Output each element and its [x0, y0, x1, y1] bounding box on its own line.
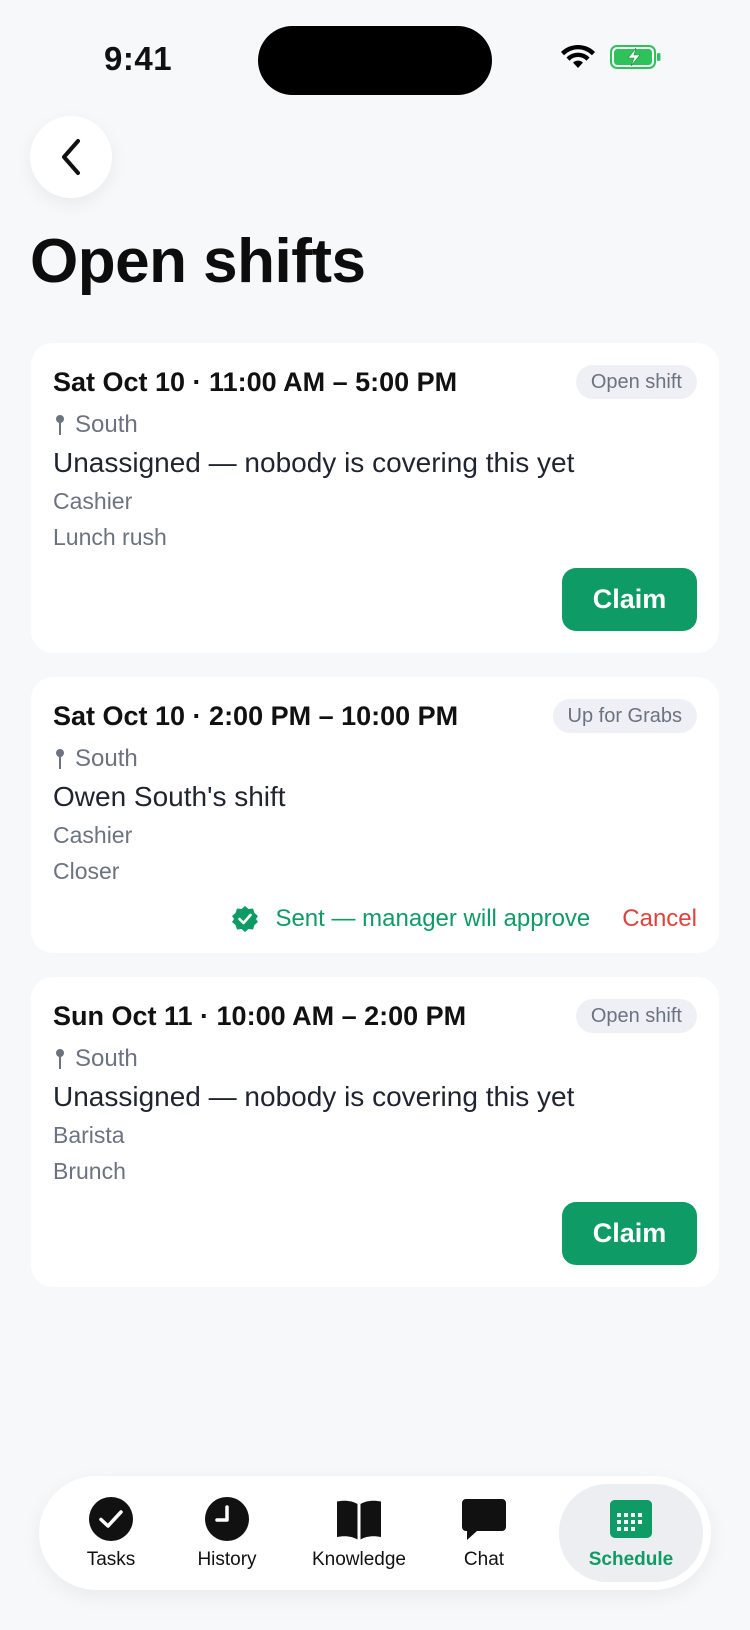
shift-note: Brunch — [53, 1158, 126, 1184]
tab-tasks-label: Tasks — [86, 1549, 136, 1570]
location-label: South — [75, 411, 138, 438]
shift-note: Closer — [53, 858, 120, 884]
status-badge: Open shift — [575, 999, 697, 1033]
status-time: 9:41 — [104, 40, 173, 77]
shift-role: Barista — [53, 1122, 125, 1148]
tab-history[interactable]: History — [187, 1476, 267, 1590]
shift-time: Sun Oct 11 · 10:00 AM – 2:00 PM — [53, 1001, 467, 1031]
chevron-left-icon — [62, 139, 80, 175]
tab-tasks[interactable]: Tasks — [73, 1476, 149, 1590]
tab-knowledge-label: Knowledge — [311, 1549, 407, 1570]
shift-time: Sat Oct 10 · 2:00 PM – 10:00 PM — [53, 701, 459, 731]
back-button[interactable] — [30, 116, 112, 198]
claim-button[interactable]: Claim — [562, 1202, 697, 1265]
tab-history-label: History — [197, 1549, 257, 1570]
request-status-label: Sent — manager will approve — [275, 905, 591, 932]
shift-card: Sun Oct 11 · 10:00 AM – 2:00 PM Open shi… — [31, 977, 719, 1287]
claim-button[interactable]: Claim — [562, 568, 697, 631]
pin-icon — [56, 415, 64, 435]
shift-location: South — [53, 411, 138, 439]
tab-chat[interactable]: Chat — [449, 1476, 519, 1590]
calendar-icon — [610, 1500, 652, 1538]
page-title: Open shifts — [30, 227, 366, 296]
book-icon — [337, 1500, 381, 1540]
clock-icon — [205, 1497, 249, 1541]
shift-time: Sat Oct 10 · 11:00 AM – 5:00 PM — [53, 367, 458, 397]
shift-card: Sat Oct 10 · 11:00 AM – 5:00 PM Open shi… — [31, 343, 719, 653]
shift-location: South — [53, 745, 138, 773]
shift-card: Sat Oct 10 · 2:00 PM – 10:00 PM Up for G… — [31, 677, 719, 953]
chat-bubble-icon — [462, 1499, 506, 1540]
shift-headline: Unassigned — nobody is covering this yet — [53, 1081, 575, 1112]
tab-schedule[interactable]: Schedule — [559, 1484, 703, 1582]
battery-charging-icon — [610, 45, 661, 69]
shift-headline: Owen South's shift — [53, 781, 286, 812]
shift-role: Cashier — [53, 488, 133, 514]
check-circle-icon — [89, 1497, 133, 1541]
location-label: South — [75, 745, 138, 772]
pin-icon — [56, 749, 64, 769]
wifi-icon — [561, 44, 595, 68]
status-badge: Up for Grabs — [552, 699, 697, 733]
shift-headline: Unassigned — nobody is covering this yet — [53, 447, 575, 478]
shift-role: Cashier — [53, 822, 133, 848]
tab-schedule-label: Schedule — [588, 1549, 674, 1570]
tab-chat-label: Chat — [463, 1549, 505, 1570]
tab-bar: Tasks History Knowledge Chat Schedule — [39, 1476, 711, 1590]
tab-knowledge[interactable]: Knowledge — [305, 1476, 413, 1590]
location-label: South — [75, 1045, 138, 1072]
cancel-button[interactable]: Cancel — [622, 905, 697, 933]
pin-icon — [56, 1049, 64, 1069]
status-badge: Open shift — [575, 365, 697, 399]
verified-check-icon — [232, 906, 259, 932]
request-status-row: Sent — manager will approve Cancel — [231, 905, 697, 933]
status-icons — [560, 44, 662, 70]
shift-note: Lunch rush — [53, 524, 167, 550]
shift-location: South — [53, 1045, 138, 1073]
dynamic-island — [258, 26, 492, 95]
